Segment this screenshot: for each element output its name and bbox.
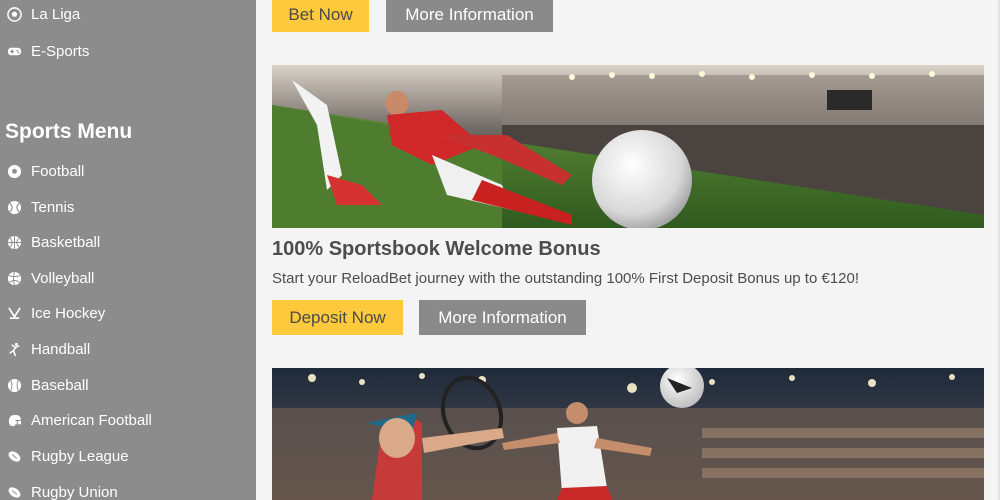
sidebar-item-label: Ice Hockey (31, 304, 106, 322)
baseball-icon (5, 376, 23, 394)
more-information-button[interactable]: More Information (386, 0, 553, 32)
sidebar-item-label: Basketball (31, 233, 101, 251)
sportsbook-banner-image (272, 65, 984, 228)
deposit-now-button[interactable]: Deposit Now (272, 300, 403, 335)
sidebar-item-label: Rugby Union (31, 483, 118, 500)
sidebar-item-football[interactable]: Football (5, 162, 84, 180)
promo-title: 100% Sportsbook Welcome Bonus (272, 238, 601, 260)
american-football-helmet-icon (5, 411, 23, 429)
sidebar-item-label: E-Sports (31, 42, 90, 60)
bet-now-button[interactable]: Bet Now (272, 0, 369, 32)
sidebar-item-american-football[interactable]: American Football (5, 411, 152, 429)
sidebar-item-label: Handball (31, 340, 91, 358)
sidebar-item-basketball[interactable]: Basketball (5, 233, 100, 251)
more-information-button[interactable]: More Information (419, 300, 586, 335)
sports-menu-title: Sports Menu (5, 120, 133, 143)
football-icon (5, 162, 23, 180)
sidebar-item-rugby-union[interactable]: Rugby Union (5, 483, 118, 500)
sidebar-item-handball[interactable]: Handball (5, 340, 90, 358)
handball-player-icon (5, 340, 23, 358)
sidebar-item-label: Baseball (31, 376, 89, 394)
gamepad-icon (5, 42, 23, 60)
sidebar-item-label: La Liga (31, 5, 81, 23)
sidebar-item-la-liga[interactable]: La Liga (5, 5, 80, 23)
rugby-ball-icon (5, 447, 23, 465)
basketball-icon (5, 233, 23, 251)
sidebar-item-volleyball[interactable]: Volleyball (5, 269, 94, 287)
sidebar-item-baseball[interactable]: Baseball (5, 376, 89, 394)
sidebar-item-label: Football (31, 162, 85, 180)
tennis-ball-icon (5, 198, 23, 216)
soccer-ball-icon (5, 5, 23, 23)
sidebar-item-e-sports[interactable]: E-Sports (5, 42, 89, 60)
sidebar-item-tennis[interactable]: Tennis (5, 198, 74, 216)
hockey-sticks-icon (5, 304, 23, 322)
multi-sport-banner-image (272, 368, 984, 500)
sidebar-item-ice-hockey[interactable]: Ice Hockey (5, 304, 105, 322)
sidebar-item-label: Tennis (31, 198, 75, 216)
sidebar-item-label: Volleyball (31, 269, 95, 287)
sidebar-item-rugby-league[interactable]: Rugby League (5, 447, 129, 465)
promotions-content: Bet Now More Information 100% Sportsbook… (256, 0, 1000, 500)
sidebar: La Liga E-Sports Sports Menu Football Te… (0, 0, 256, 500)
promo-description: Start your ReloadBet journey with the ou… (272, 270, 860, 287)
sidebar-item-label: American Football (31, 411, 152, 429)
rugby-ball-icon (5, 483, 23, 500)
volleyball-icon (5, 269, 23, 287)
sidebar-item-label: Rugby League (31, 447, 129, 465)
